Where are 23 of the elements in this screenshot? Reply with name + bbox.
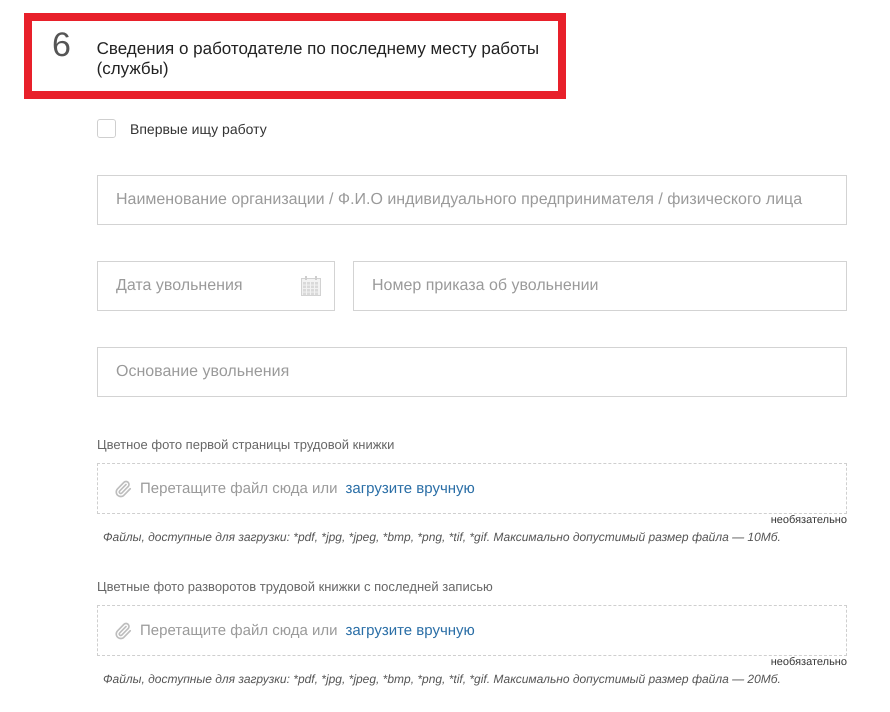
- drop-zone-text: Перетащите файл сюда или: [140, 480, 338, 497]
- input-field[interactable]: Основание увольнения: [97, 347, 847, 397]
- drop-zone-text: Перетащите файл сюда или: [140, 622, 338, 639]
- upload-label: Цветное фото первой страницы трудовой книжки: [97, 437, 396, 453]
- upload-label: Цветные фото разворотов трудовой книжки с последней записью: [97, 579, 494, 595]
- paperclip-icon: [114, 480, 132, 498]
- input-field[interactable]: Наименование организации / Ф.И.О индивидуального предпринимателя / физического лица: [97, 175, 847, 225]
- paperclip-icon: [114, 622, 132, 640]
- file-drop-zone[interactable]: Перетащите файл сюда или загрузите вручную: [97, 463, 847, 514]
- file-drop-zone[interactable]: Перетащите файл сюда или загрузите вручную: [97, 605, 847, 656]
- date-field[interactable]: Дата увольнения: [97, 261, 335, 311]
- upload-link[interactable]: загрузите вручную: [345, 480, 475, 497]
- file-types-hint: Файлы, доступные для загрузки: *pdf, *jpg, *jpeg, *bmp, *png, *tif, *gif. Максимально допустимый размер файла — 20Мб.: [103, 672, 782, 687]
- checkbox-label: Впервые ищу работу: [130, 120, 267, 136]
- checkbox[interactable]: [97, 119, 116, 138]
- input-field[interactable]: Номер приказа об увольнении: [353, 261, 847, 311]
- section-number: 6: [52, 28, 72, 62]
- calendar-icon[interactable]: [301, 276, 321, 296]
- upload-link[interactable]: загрузите вручную: [345, 622, 475, 639]
- file-types-hint: Файлы, доступные для загрузки: *pdf, *jpg, *jpeg, *bmp, *png, *tif, *gif. Максимально допустимый размер файла — 10Мб.: [103, 530, 782, 545]
- optional-note: необязательно: [770, 656, 847, 669]
- optional-note: необязательно: [770, 514, 847, 527]
- section-title: Сведения о работодателе по последнему месту работы (службы): [96, 39, 540, 79]
